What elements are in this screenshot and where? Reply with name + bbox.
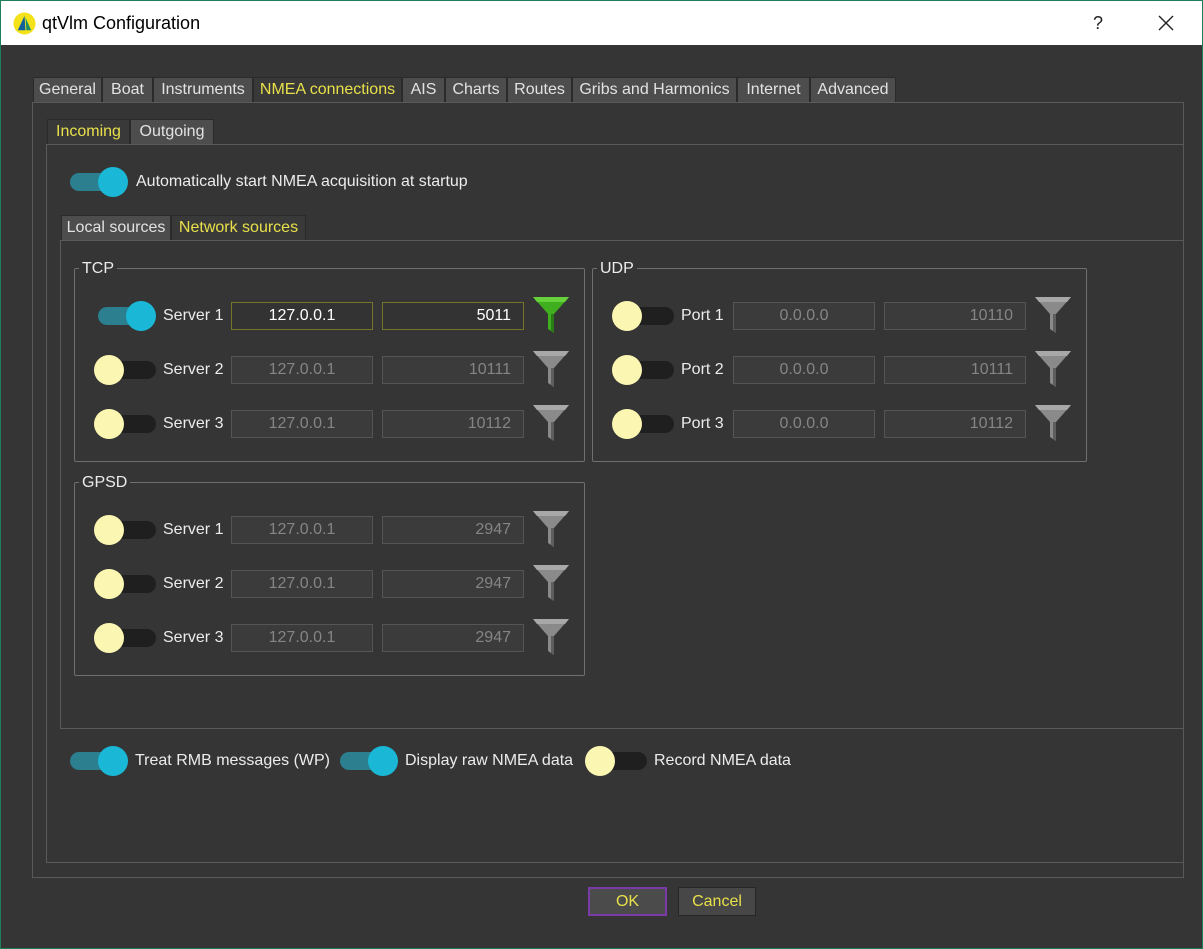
funnel-icon[interactable]	[1034, 404, 1072, 442]
tab-charts[interactable]: Charts	[445, 77, 507, 102]
funnel-icon[interactable]	[1034, 296, 1072, 334]
udp-port-2-label: Port 2	[681, 361, 724, 378]
close-icon	[1158, 15, 1174, 31]
udp-port-3-toggle[interactable]	[612, 409, 674, 439]
gpsd-server-3-address-input[interactable]: 127.0.0.1	[231, 624, 373, 652]
udp-port-2-toggle[interactable]	[612, 355, 674, 385]
gpsd-server-3-label: Server 3	[163, 629, 224, 646]
auto-start-toggle[interactable]	[68, 167, 128, 197]
close-button[interactable]	[1148, 7, 1184, 39]
tab-general[interactable]: General	[33, 77, 102, 102]
gpsd-server-1-toggle[interactable]	[94, 515, 156, 545]
tcp-server-3-label: Server 3	[163, 415, 224, 432]
ok-button[interactable]: OK	[588, 887, 667, 916]
display-raw-nmea-label: Display raw NMEA data	[405, 752, 574, 769]
tcp-server-2-port-input[interactable]: 10111	[382, 356, 524, 384]
tab-outgoing[interactable]: Outgoing	[130, 119, 214, 144]
funnel-icon[interactable]	[1034, 350, 1072, 388]
tcp-server-1-label: Server 1	[163, 307, 224, 324]
tcp-group-title: TCP	[79, 260, 117, 278]
tcp-server-3-address-input[interactable]: 127.0.0.1	[231, 410, 373, 438]
udp-port-1-toggle[interactable]	[612, 301, 674, 331]
help-button[interactable]: ?	[1080, 7, 1116, 39]
treat-rmb-label: Treat RMB messages (WP)	[135, 752, 330, 769]
qtvlm-sail-logo-icon	[13, 12, 36, 35]
udp-port-3-label: Port 3	[681, 415, 724, 432]
udp-port-3-port-input[interactable]: 10112	[884, 410, 1026, 438]
tcp-server-1-port-input[interactable]: 5011	[382, 302, 524, 330]
gpsd-server-1-label: Server 1	[163, 521, 224, 538]
auto-start-label: Automatically start NMEA acquisition at …	[136, 173, 468, 190]
funnel-icon[interactable]	[532, 404, 570, 442]
treat-rmb-toggle[interactable]	[68, 746, 128, 776]
tab-nmea-connections[interactable]: NMEA connections	[253, 77, 402, 102]
tab-advanced[interactable]: Advanced	[810, 77, 896, 102]
funnel-icon[interactable]	[532, 510, 570, 548]
tab-internet[interactable]: Internet	[737, 77, 810, 102]
gpsd-server-3-port-input[interactable]: 2947	[382, 624, 524, 652]
tab-ais[interactable]: AIS	[402, 77, 445, 102]
gpsd-server-1-port-input[interactable]: 2947	[382, 516, 524, 544]
gpsd-server-3-toggle[interactable]	[94, 623, 156, 653]
record-nmea-label: Record NMEA data	[654, 752, 791, 769]
udp-port-2-port-input[interactable]: 10111	[884, 356, 1026, 384]
gpsd-server-1-address-input[interactable]: 127.0.0.1	[231, 516, 373, 544]
funnel-icon[interactable]	[532, 296, 570, 334]
cancel-button[interactable]: Cancel	[678, 887, 756, 916]
window-title: qtVlm Configuration	[42, 13, 201, 33]
title-bar: qtVlm Configuration ?	[1, 1, 1202, 45]
udp-port-1-port-input[interactable]: 10110	[884, 302, 1026, 330]
tcp-server-1-address-input[interactable]: 127.0.0.1	[231, 302, 373, 330]
funnel-icon[interactable]	[532, 564, 570, 602]
display-raw-nmea-toggle[interactable]	[338, 746, 398, 776]
tab-routes[interactable]: Routes	[507, 77, 572, 102]
tab-instruments[interactable]: Instruments	[153, 77, 253, 102]
tcp-server-2-toggle[interactable]	[94, 355, 156, 385]
gpsd-server-2-label: Server 2	[163, 575, 224, 592]
tab-boat[interactable]: Boat	[102, 77, 153, 102]
tab-gribs-and-harmonics[interactable]: Gribs and Harmonics	[572, 77, 737, 102]
gpsd-server-2-address-input[interactable]: 127.0.0.1	[231, 570, 373, 598]
udp-group-title: UDP	[597, 260, 637, 278]
tab-incoming[interactable]: Incoming	[47, 119, 130, 144]
udp-port-2-address-input[interactable]: 0.0.0.0	[733, 356, 875, 384]
tcp-server-3-port-input[interactable]: 10112	[382, 410, 524, 438]
tab-local-sources[interactable]: Local sources	[61, 215, 171, 240]
tcp-server-2-address-input[interactable]: 127.0.0.1	[231, 356, 373, 384]
udp-port-3-address-input[interactable]: 0.0.0.0	[733, 410, 875, 438]
tcp-server-2-label: Server 2	[163, 361, 224, 378]
gpsd-group-title: GPSD	[79, 474, 131, 492]
record-nmea-toggle[interactable]	[585, 746, 647, 776]
gpsd-server-2-toggle[interactable]	[94, 569, 156, 599]
tcp-server-1-toggle[interactable]	[96, 301, 156, 331]
udp-port-1-label: Port 1	[681, 307, 724, 324]
udp-port-1-address-input[interactable]: 0.0.0.0	[733, 302, 875, 330]
funnel-icon[interactable]	[532, 350, 570, 388]
tcp-server-3-toggle[interactable]	[94, 409, 156, 439]
funnel-icon[interactable]	[532, 618, 570, 656]
tab-network-sources[interactable]: Network sources	[171, 215, 306, 240]
gpsd-server-2-port-input[interactable]: 2947	[382, 570, 524, 598]
